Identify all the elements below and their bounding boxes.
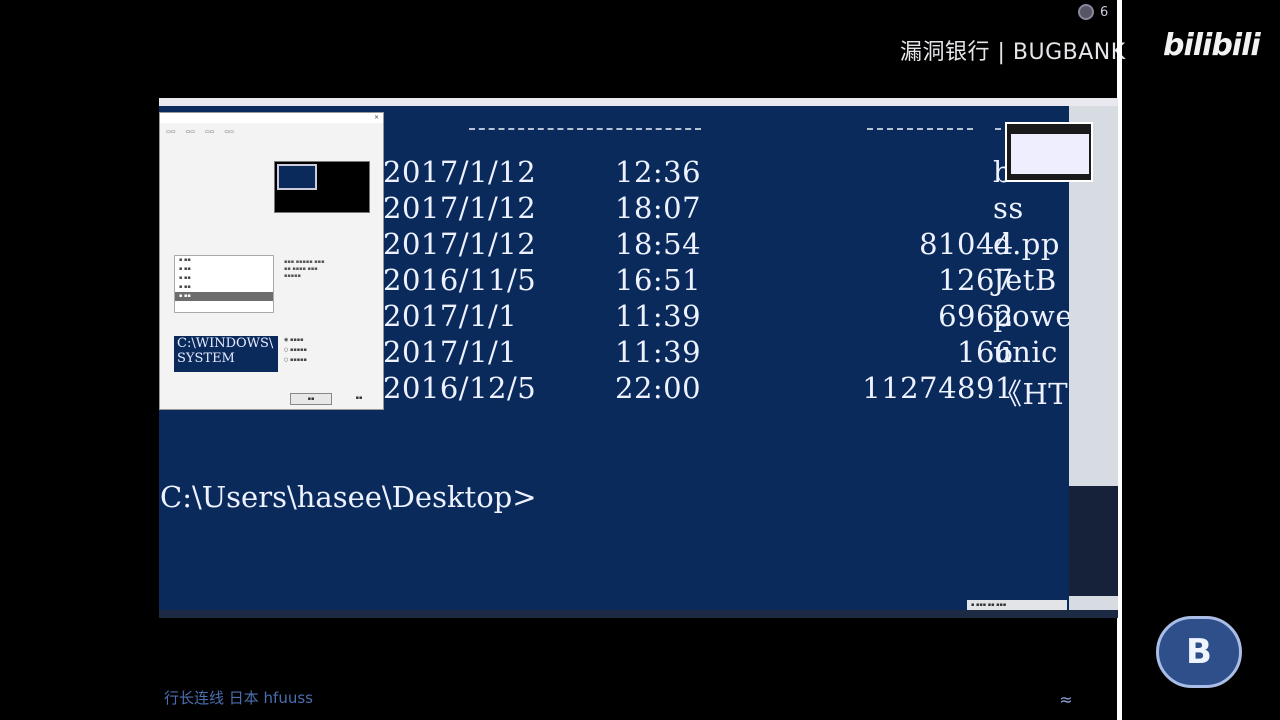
list-item[interactable]: ▪ ▪▪ bbox=[175, 256, 273, 265]
dir-row: 2017/1/12 18:54 81044 d.pp bbox=[383, 227, 1060, 261]
dir-row: 2017/1/12 12:36 b bbox=[383, 155, 1013, 189]
column-rule bbox=[469, 128, 701, 134]
tab[interactable]: ▭▭ bbox=[224, 129, 233, 139]
ok-button[interactable]: ▪▪ bbox=[290, 393, 332, 405]
dir-row: 2017/1/1 11:39 6962 powe bbox=[383, 299, 1074, 333]
tab[interactable]: ▭▭ bbox=[185, 129, 194, 139]
dir-row: 2017/1/12 18:07 ss bbox=[383, 191, 1024, 225]
dialog-titlebar[interactable]: × bbox=[160, 113, 383, 123]
radio-option[interactable]: ○ ▪▪▪▪▪ bbox=[284, 357, 307, 363]
radio-option[interactable]: ○ ▪▪▪▪▪ bbox=[284, 347, 307, 353]
bb-logo-icon: B bbox=[1156, 616, 1242, 688]
list-item[interactable]: ▪ ▪▪ bbox=[175, 283, 273, 292]
window-bottom-edge bbox=[159, 610, 1118, 618]
color-preview-box bbox=[274, 161, 370, 213]
taskbar-item[interactable]: ▪ ▪▪▪ ▪▪ ▪▪▪ bbox=[967, 600, 1067, 610]
viewer-count-badge: 6 bbox=[1078, 2, 1118, 22]
list-item[interactable]: ▪ ▪▪ bbox=[175, 265, 273, 274]
wave-icon: ≈ bbox=[1059, 690, 1073, 709]
window-top-edge bbox=[159, 98, 1118, 106]
tab[interactable]: ▭▭ bbox=[205, 129, 214, 139]
dir-row: 2017/1/1 11:39 166 unic bbox=[383, 335, 1058, 369]
command-prompt[interactable]: C:\Users\hasee\Desktop> bbox=[160, 480, 680, 520]
properties-dialog[interactable]: × ▭▭ ▭▭ ▭▭ ▭▭ ▪ ▪▪ ▪ ▪▪ ▪ ▪▪ ▪ ▪▪ ▪ ▪▪ ▪… bbox=[159, 112, 384, 410]
list-item-selected[interactable]: ▪ ▪▪ bbox=[175, 292, 273, 301]
selected-color-swatch bbox=[277, 164, 317, 190]
side-dark-region bbox=[1069, 486, 1118, 596]
dir-row: 2016/11/5 16:51 1267 JetB bbox=[383, 263, 1057, 297]
thumbnail-window[interactable] bbox=[1005, 122, 1093, 182]
close-icon[interactable]: × bbox=[374, 113, 379, 123]
bilibili-logo: bilibili bbox=[1163, 28, 1261, 63]
thumbnail-screen bbox=[1011, 134, 1089, 174]
console-window[interactable]: 2017/1/12 12:36 b 2017/1/12 18:07 ss 2017/1/… bbox=[159, 98, 1118, 618]
settings-list[interactable]: ▪ ▪▪ ▪ ▪▪ ▪ ▪▪ ▪ ▪▪ ▪ ▪▪ bbox=[174, 255, 274, 313]
cancel-button[interactable]: ▪▪ bbox=[338, 393, 380, 405]
dialog-description: ▪▪▪ ▪▪▪▪▪ ▪▪▪ ▪▪ ▪▪▪▪ ▪▪▪ ▪▪▪▪▪ bbox=[284, 259, 325, 279]
console-preview: C:\WINDOWS\ SYSTEM bbox=[174, 336, 278, 372]
viewer-count: 6 bbox=[1100, 4, 1109, 20]
dir-row: 2016/12/5 22:00 11274891 《HT bbox=[383, 371, 1069, 411]
tab[interactable]: ▭▭ bbox=[166, 129, 175, 139]
radio-option[interactable]: ◉ ▪▪▪▪ bbox=[284, 337, 304, 343]
viewer-icon bbox=[1078, 4, 1094, 20]
dialog-tabs[interactable]: ▭▭ ▭▭ ▭▭ ▭▭ bbox=[166, 129, 286, 139]
column-rule bbox=[867, 128, 973, 134]
subtitle-text: 行长连线 日本 hfuuss bbox=[164, 689, 313, 707]
list-item[interactable]: ▪ ▪▪ bbox=[175, 274, 273, 283]
